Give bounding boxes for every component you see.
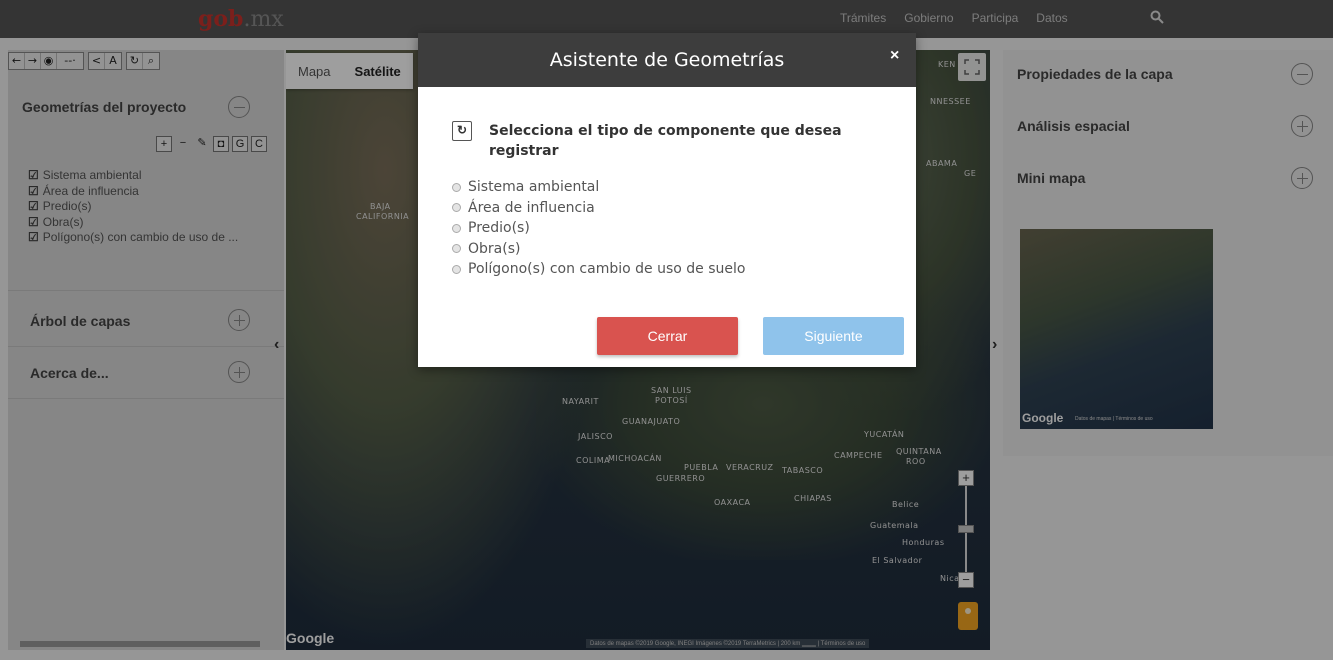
dialog-header: Asistente de Geometrías × [418, 33, 916, 87]
option-label: Predio(s) [468, 220, 530, 237]
dialog-question: Selecciona el tipo de componente que des… [489, 123, 842, 159]
option-predios[interactable]: Predio(s) [452, 218, 745, 239]
radio-button[interactable] [452, 203, 461, 213]
dialog-title: Asistente de Geometrías [549, 49, 785, 71]
option-label: Área de influencia [468, 199, 595, 216]
option-sistema-ambiental[interactable]: Sistema ambiental [452, 177, 745, 198]
option-obras[interactable]: Obra(s) [452, 239, 745, 260]
radio-button[interactable] [452, 182, 461, 192]
option-poligonos[interactable]: Polígono(s) con cambio de uso de suelo [452, 259, 745, 280]
radio-button[interactable] [452, 244, 461, 254]
cerrar-button[interactable]: Cerrar [597, 317, 738, 355]
refresh-icon: ↻ [452, 121, 472, 141]
component-type-options: Sistema ambiental Área de influencia Pre… [452, 177, 745, 280]
geometry-wizard-dialog: Asistente de Geometrías × ↻ Selecciona e… [418, 33, 916, 367]
radio-button[interactable] [452, 264, 461, 274]
option-area-influencia[interactable]: Área de influencia [452, 198, 745, 219]
option-label: Sistema ambiental [468, 179, 600, 196]
option-label: Polígono(s) con cambio de uso de suelo [468, 261, 746, 278]
close-icon[interactable]: × [890, 47, 899, 65]
radio-button[interactable] [452, 223, 461, 233]
option-label: Obra(s) [468, 240, 521, 257]
siguiente-button[interactable]: Siguiente [763, 317, 904, 355]
